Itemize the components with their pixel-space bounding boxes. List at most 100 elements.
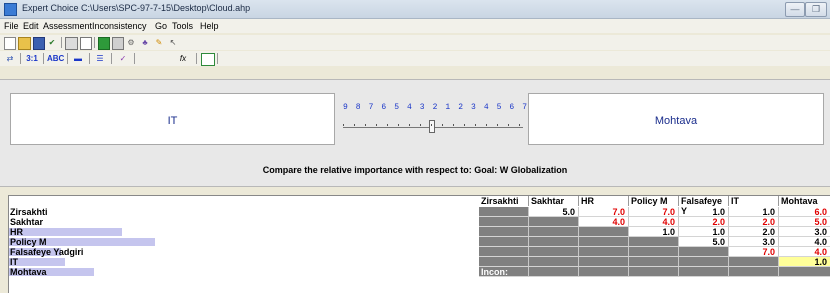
matrix-cell[interactable]: 4.0 xyxy=(629,217,679,227)
matrix-cell[interactable]: 5.0 xyxy=(679,237,729,247)
print-icon[interactable] xyxy=(65,37,78,50)
matrix-cell[interactable] xyxy=(479,227,529,237)
row-label[interactable]: Mohtava xyxy=(9,267,479,277)
matrix-cell[interactable] xyxy=(479,247,529,257)
matrix-cell[interactable] xyxy=(579,237,629,247)
questionnaire-icon[interactable]: ☰ xyxy=(93,53,107,64)
pointer-icon[interactable]: ↖ xyxy=(168,37,178,48)
matrix-cell[interactable] xyxy=(679,257,729,267)
column-header[interactable]: Sakhtar xyxy=(529,196,579,206)
matrix-cell[interactable]: 5.0 xyxy=(529,207,579,217)
matrix-cell[interactable] xyxy=(779,267,830,277)
matrix-cell[interactable] xyxy=(729,257,779,267)
menu-go[interactable]: Go xyxy=(155,21,167,31)
matrix-cell[interactable] xyxy=(579,247,629,257)
data-grid-icon[interactable] xyxy=(112,37,124,50)
menu-file[interactable]: File xyxy=(4,21,19,31)
matrix-cell[interactable] xyxy=(679,267,729,277)
matrix-cell[interactable] xyxy=(479,217,529,227)
column-header[interactable]: Policy M xyxy=(629,196,679,206)
right-element-label: Mohtava xyxy=(654,115,698,127)
model-view-icon[interactable] xyxy=(98,37,110,50)
matrix-cell[interactable] xyxy=(529,237,579,247)
matrix-cell[interactable]: 4.0 xyxy=(579,217,629,227)
matrix-cell[interactable] xyxy=(579,227,629,237)
restore-button[interactable]: ❐ xyxy=(805,2,827,17)
row-label[interactable]: Policy M xyxy=(9,237,479,247)
matrix-cell[interactable] xyxy=(529,257,579,267)
matrix-cell[interactable] xyxy=(479,237,529,247)
new-file-icon[interactable] xyxy=(4,37,16,50)
matrix-cell[interactable]: 2.0 xyxy=(679,217,729,227)
row-label[interactable]: Sakhtar xyxy=(9,217,479,227)
settings-icon[interactable]: ⚙ xyxy=(126,37,136,48)
matrix-cell[interactable] xyxy=(629,257,679,267)
verbal-mode-button[interactable]: ABC xyxy=(47,53,64,64)
matrix-cell[interactable]: 4.0 xyxy=(779,237,830,247)
matrix-cell[interactable]: 1.0 xyxy=(779,257,830,267)
grid-view-icon[interactable] xyxy=(201,53,215,66)
minimize-button[interactable]: — xyxy=(785,2,805,17)
matrix-cell[interactable]: 5.0 xyxy=(779,217,830,227)
matrix-cell[interactable] xyxy=(679,247,729,257)
matrix-cell[interactable]: 1.0 xyxy=(729,207,779,217)
matrix-cell[interactable]: 2.0 xyxy=(729,217,779,227)
matrix-cell[interactable] xyxy=(629,267,679,277)
slider-tick xyxy=(420,124,421,126)
toolbar-main: ✔ ⚙ ♣ ✎ ↖ xyxy=(0,35,830,50)
check-icon[interactable]: ✔ xyxy=(47,37,57,48)
matrix-cell[interactable] xyxy=(529,227,579,237)
matrix-cell[interactable]: 2.0 xyxy=(729,227,779,237)
slider-tick xyxy=(508,124,509,126)
row-label-text: Mohtava xyxy=(10,267,47,277)
matrix-cell[interactable]: 3.0 xyxy=(779,227,830,237)
menu-assessment[interactable]: Assessment xyxy=(43,21,92,31)
left-element-box: IT xyxy=(10,93,335,145)
matrix-cell[interactable]: 7.0 xyxy=(729,247,779,257)
column-header[interactable]: IT xyxy=(729,196,779,206)
comparison-slider-thumb[interactable] xyxy=(429,120,435,133)
menu-edit[interactable]: Edit xyxy=(23,21,39,31)
matrix-cell[interactable] xyxy=(579,257,629,267)
row-label[interactable]: Falsafeye Yadgiri xyxy=(9,247,479,257)
matrix-cell[interactable] xyxy=(529,267,579,277)
matrix-cell[interactable]: 7.0 xyxy=(579,207,629,217)
matrix-cell[interactable]: 7.0 xyxy=(629,207,679,217)
save-icon[interactable] xyxy=(33,37,45,50)
compare-mode-icon[interactable]: ⇄ xyxy=(4,53,16,64)
menu-inconsistency[interactable]: Inconsistency xyxy=(92,21,147,31)
matrix-cell[interactable] xyxy=(529,247,579,257)
sensitivity-icon[interactable]: ♣ xyxy=(140,37,150,48)
matrix-cell[interactable]: 1.0 xyxy=(679,227,729,237)
menu-tools[interactable]: Tools xyxy=(172,21,193,31)
matrix-cell[interactable] xyxy=(529,217,579,227)
idea-icon[interactable]: ✎ xyxy=(154,37,164,48)
matrix-cell[interactable] xyxy=(629,237,679,247)
numerical-mode-button[interactable]: 3:1 xyxy=(25,53,39,64)
column-header[interactable]: Zirsakhti xyxy=(479,196,529,206)
menu-help[interactable]: Help xyxy=(200,21,219,31)
row-label[interactable]: IT xyxy=(9,257,479,267)
graphical-mode-icon[interactable]: ▬ xyxy=(71,53,85,64)
matrix-cell[interactable] xyxy=(579,267,629,277)
matrix-cell[interactable] xyxy=(629,247,679,257)
compare-prompt: Compare the relative importance with res… xyxy=(262,165,568,175)
matrix-cell[interactable]: 6.0 xyxy=(779,207,830,217)
row-label[interactable]: Zirsakhti xyxy=(9,207,479,217)
print-preview-icon[interactable] xyxy=(80,37,92,50)
column-header[interactable]: HR xyxy=(579,196,629,206)
open-folder-icon[interactable] xyxy=(18,37,31,50)
matrix-cell[interactable] xyxy=(479,207,529,217)
matrix-cell[interactable]: 1.0 xyxy=(679,207,729,217)
check-consistency-icon[interactable]: ✓ xyxy=(116,53,130,64)
right-element-box: Mohtava xyxy=(528,93,824,145)
matrix-cell[interactable]: 1.0 xyxy=(629,227,679,237)
matrix-cell[interactable] xyxy=(479,257,529,267)
matrix-cell[interactable]: 3.0 xyxy=(729,237,779,247)
column-header[interactable]: Mohtava xyxy=(779,196,830,206)
matrix-cell[interactable]: 4.0 xyxy=(779,247,830,257)
matrix-cell[interactable] xyxy=(729,267,779,277)
row-label[interactable]: HR xyxy=(9,227,479,237)
formula-button[interactable]: fx xyxy=(176,53,190,64)
column-header[interactable]: Falsafeye Y xyxy=(679,196,729,216)
